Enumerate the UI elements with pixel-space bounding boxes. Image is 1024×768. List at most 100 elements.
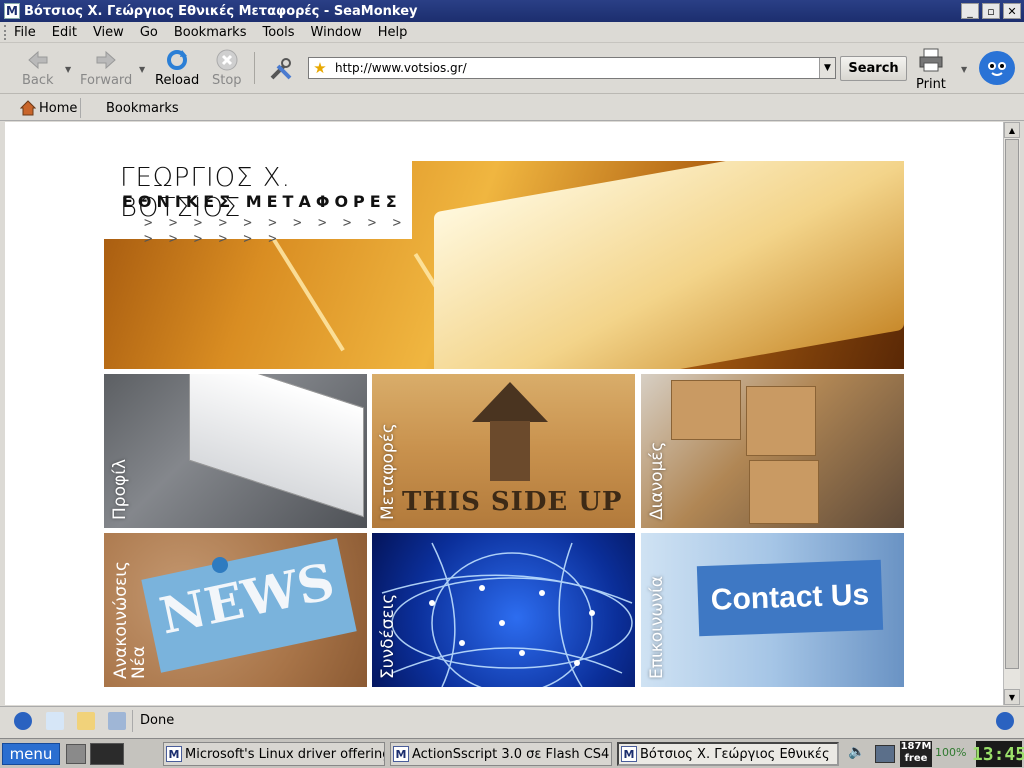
header-banner: ΓΕΩΡΓΙΟΣ Χ. ΒΟΤΣΙΟΣ ΕΘΝΙΚΕΣ ΜΕΤΑΦΟΡΕΣ > …	[104, 161, 904, 369]
web-content: ΓΕΩΡΓΙΟΣ Χ. ΒΟΤΣΙΟΣ ΕΘΝΙΚΕΣ ΜΕΤΑΦΟΡΕΣ > …	[5, 122, 1003, 705]
cardboard-box	[746, 386, 816, 456]
menu-bookmarks[interactable]: Bookmarks	[174, 25, 247, 40]
personal-toolbar-separator	[80, 98, 81, 118]
seamonkey-throbber-icon[interactable]	[979, 51, 1015, 85]
tile-news[interactable]: NEWS Ανακοινώσεις Νέα	[104, 533, 367, 687]
bookmarks-button[interactable]: Bookmarks	[106, 101, 179, 116]
tile-profile[interactable]: Προφίλ	[104, 374, 367, 528]
search-button[interactable]: Search	[840, 56, 907, 81]
scroll-thumb[interactable]	[1005, 139, 1019, 669]
network-icon[interactable]	[875, 745, 895, 763]
seamonkey-task-icon: M	[393, 746, 409, 762]
company-logo[interactable]: ΓΕΩΡΓΙΟΣ Χ. ΒΟΤΣΙΟΣ ΕΘΝΙΚΕΣ ΜΕΤΑΦΟΡΕΣ > …	[104, 161, 412, 247]
truck-photo	[189, 374, 364, 518]
menu-view[interactable]: View	[93, 25, 124, 40]
tile-news-label-line2: Νέα	[129, 645, 149, 679]
stop-button[interactable]: Stop	[212, 47, 242, 88]
tools-wrench-icon[interactable]	[267, 55, 295, 87]
taskbar-item-1-label: Microsoft's Linux driver offering	[185, 746, 385, 762]
tile-news-label: Ανακοινώσεις Νέα	[111, 561, 149, 679]
tile-distribution[interactable]: Διανομές	[641, 374, 904, 528]
printer-icon	[918, 47, 944, 77]
forward-dropdown-icon[interactable]: ▼	[139, 65, 145, 74]
menu-file[interactable]: File	[14, 25, 36, 40]
print-button[interactable]: Print	[916, 47, 946, 92]
url-bar[interactable]: ★ http://www.votsios.gr/ ▼	[308, 57, 836, 79]
taskbar-item-2-label: ActionSscript 3.0 σε Flash CS4	[412, 746, 610, 762]
workspace-pager[interactable]	[90, 743, 124, 765]
home-label: Home	[39, 100, 78, 116]
mail-icon[interactable]	[46, 712, 64, 730]
this-side-up-text: THIS SIDE UP	[402, 487, 623, 517]
tile-links-label: Συνδέσεις	[378, 593, 398, 679]
print-dropdown-icon[interactable]: ▼	[961, 65, 967, 74]
window-title: Βότσιος Χ. Γεώργιος Εθνικές Μεταφορές - …	[24, 3, 418, 19]
scroll-up-icon[interactable]: ▲	[1004, 122, 1020, 138]
status-separator	[132, 710, 133, 732]
tile-profile-label: Προφίλ	[110, 458, 130, 520]
seamonkey-task-icon: M	[166, 746, 182, 762]
personal-toolbar: Home Bookmarks	[0, 95, 1024, 121]
menu-help[interactable]: Help	[378, 25, 408, 40]
pushpin-icon	[212, 557, 228, 573]
bookmark-star-icon[interactable]: ★	[309, 59, 331, 77]
menu-bar: File Edit View Go Bookmarks Tools Window…	[0, 22, 1024, 43]
status-text: Done	[140, 713, 175, 728]
clock[interactable]: 13:45	[972, 741, 1024, 767]
close-button[interactable]: ✕	[1003, 3, 1021, 19]
volume-icon[interactable]: 🔈	[848, 744, 865, 760]
print-label: Print	[916, 77, 946, 92]
memory-free-label: free	[904, 753, 928, 764]
tile-links[interactable]: Συνδέσεις	[372, 533, 635, 687]
road-marking	[267, 230, 345, 352]
menu-go[interactable]: Go	[140, 25, 158, 40]
taskbar-item-3-label: Βότσιος Χ. Γεώργιος Εθνικές	[640, 746, 830, 762]
url-text[interactable]: http://www.votsios.gr/	[331, 61, 819, 75]
scroll-down-icon[interactable]: ▼	[1004, 689, 1020, 705]
minimize-button[interactable]: _	[961, 3, 979, 19]
tile-contact[interactable]: Contact Us Επικοινωνία	[641, 533, 904, 687]
toolbar-grip[interactable]	[4, 25, 10, 40]
cardboard-box	[749, 460, 819, 524]
tile-news-label-line1: Ανακοινώσεις	[111, 561, 131, 679]
tile-transport-label: Μεταφορές	[378, 423, 398, 520]
url-dropdown-icon[interactable]: ▼	[819, 58, 835, 78]
status-bar: Done	[0, 706, 1024, 734]
memory-value: 187M	[900, 741, 932, 752]
title-bar: M Βότσιος Χ. Γεώργιος Εθνικές Μεταφορές …	[0, 0, 1024, 22]
back-button[interactable]: Back	[22, 47, 54, 88]
arrow-stem	[490, 421, 530, 481]
back-dropdown-icon[interactable]: ▼	[65, 65, 71, 74]
logo-subtitle: ΕΘΝΙΚΕΣ ΜΕΤΑΦΟΡΕΣ	[122, 192, 402, 211]
toolbar-separator	[254, 52, 255, 84]
composer-icon[interactable]	[77, 712, 95, 730]
reload-button[interactable]: Reload	[155, 47, 199, 88]
menu-edit[interactable]: Edit	[52, 25, 77, 40]
vertical-scrollbar[interactable]: ▲ ▼	[1003, 122, 1020, 705]
forward-label: Forward	[80, 73, 133, 88]
navigator-icon[interactable]	[14, 712, 32, 730]
stop-icon	[214, 47, 240, 73]
taskbar-item-2[interactable]: M ActionSscript 3.0 σε Flash CS4	[390, 742, 612, 766]
taskbar-item-1[interactable]: M Microsoft's Linux driver offering	[163, 742, 385, 766]
show-desktop-icon[interactable]	[66, 744, 86, 764]
menu-window[interactable]: Window	[311, 25, 362, 40]
arrow-up-icon	[472, 382, 548, 422]
tile-transport[interactable]: THIS SIDE UP Μεταφορές	[372, 374, 635, 528]
seamonkey-task-icon: M	[621, 746, 637, 762]
taskbar: menu M Microsoft's Linux driver offering…	[0, 738, 1024, 768]
address-book-icon[interactable]	[108, 712, 126, 730]
home-icon	[20, 100, 36, 116]
stop-label: Stop	[212, 73, 242, 88]
maximize-button[interactable]: ▫	[982, 3, 1000, 19]
truck-image	[434, 161, 904, 369]
forward-button[interactable]: Forward	[80, 47, 132, 88]
back-arrow-icon	[25, 47, 51, 73]
online-status-icon[interactable]	[996, 712, 1014, 730]
menu-tools[interactable]: Tools	[262, 25, 294, 40]
start-menu-button[interactable]: menu	[2, 743, 60, 765]
home-button[interactable]: Home	[20, 100, 77, 116]
taskbar-item-3[interactable]: M Βότσιος Χ. Γεώργιος Εθνικές	[617, 742, 839, 766]
back-label: Back	[22, 73, 54, 88]
seamonkey-app-icon[interactable]: M	[4, 3, 20, 19]
